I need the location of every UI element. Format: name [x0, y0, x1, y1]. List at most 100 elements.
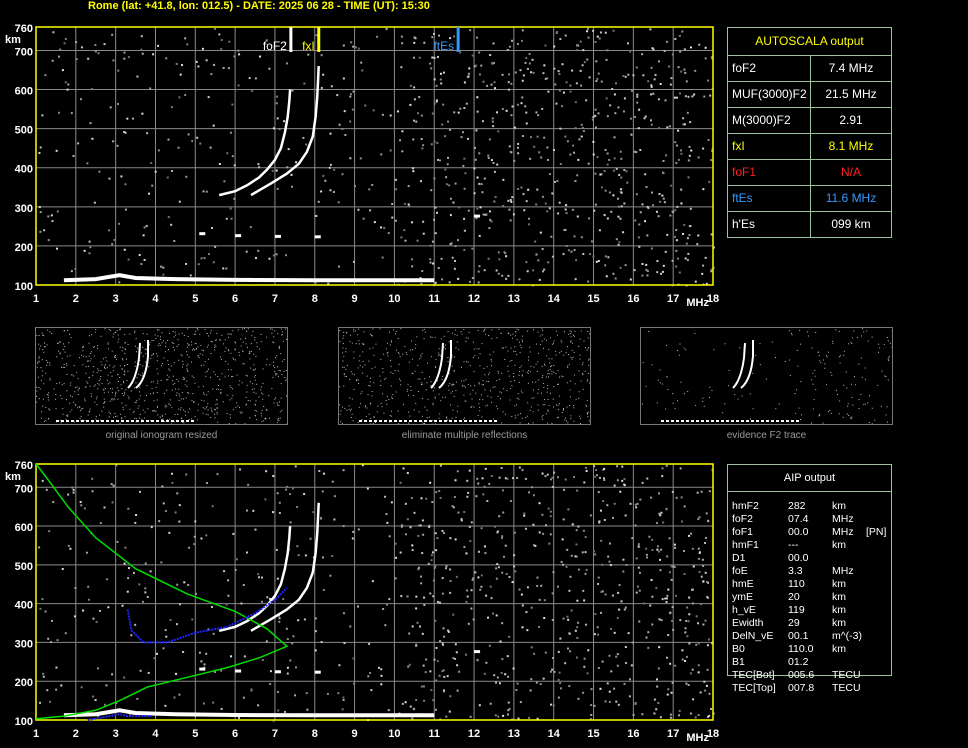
thumb-noise [569, 389, 571, 391]
noise-point [475, 64, 478, 67]
thumb-noise [280, 353, 282, 355]
noise-point [449, 537, 452, 540]
thumb-noise [215, 339, 217, 341]
noise-point [528, 62, 531, 65]
noise-point [245, 250, 248, 253]
thumb-noise [708, 397, 710, 399]
noise-point [150, 161, 153, 164]
noise-point [624, 646, 627, 649]
noise-point [456, 664, 459, 667]
thumb-noise [648, 330, 650, 332]
thumb-noise [141, 418, 143, 420]
noise-point [490, 83, 493, 86]
noise-point [171, 481, 174, 484]
thumb-noise [886, 406, 888, 408]
thumb-noise [484, 328, 486, 330]
noise-point [595, 469, 598, 472]
noise-point [606, 217, 609, 220]
thumb-noise [103, 392, 105, 394]
thumb-noise [125, 358, 127, 360]
thumb-noise [877, 384, 879, 386]
noise-point [438, 601, 441, 604]
noise-point [601, 660, 604, 663]
noise-point [559, 637, 562, 640]
noise-point [497, 566, 500, 569]
thumb-noise [162, 363, 164, 365]
noise-point [645, 186, 648, 189]
thumb-noise [138, 405, 140, 407]
noise-point [438, 34, 441, 37]
thumb-noise [111, 398, 113, 400]
noise-point [501, 571, 504, 574]
thumb-noise [88, 377, 90, 379]
thumb-noise [799, 343, 801, 345]
noise-point [362, 217, 365, 220]
thumb-noise [749, 393, 751, 395]
noise-point [603, 518, 606, 521]
noise-point [541, 195, 544, 198]
autoscala-panel: AUTOSCALA output foF2 7.4 MHz MUF(3000)F2 2… [727, 27, 892, 238]
noise-point [602, 500, 605, 503]
thumb-noise [562, 407, 564, 409]
thumb-noise [544, 363, 546, 365]
thumb-noise [546, 355, 548, 357]
noise-point [697, 156, 700, 159]
thumb-noise [345, 348, 347, 350]
thumb-noise [526, 415, 528, 417]
thumb-noise [149, 344, 151, 346]
thumb-noise [455, 416, 457, 418]
noise-point [543, 599, 546, 602]
thumb-noise [549, 362, 551, 364]
noise-point [659, 569, 662, 572]
noise-point [564, 478, 567, 481]
noise-point [530, 606, 533, 609]
thumb-noise [522, 341, 524, 343]
noise-point [675, 239, 678, 242]
thumb-noise [408, 422, 410, 424]
thumb-noise [369, 385, 371, 387]
thumb-noise [123, 382, 125, 384]
noise-point [89, 122, 92, 125]
noise-point [87, 585, 90, 588]
noise-point [123, 676, 126, 679]
thumb-noise [211, 411, 213, 413]
noise-point [608, 191, 611, 194]
thumb-noise [442, 396, 444, 398]
noise-point [536, 584, 539, 587]
thumb-noise [187, 335, 189, 337]
thumb-noise [203, 350, 205, 352]
noise-point [681, 30, 684, 33]
thumb-noise [491, 338, 493, 340]
thumb-noise [582, 388, 584, 390]
thumb-noise [82, 350, 84, 352]
noise-point [597, 72, 600, 75]
noise-point [417, 566, 420, 569]
noise-point [704, 689, 707, 692]
noise-point [594, 613, 597, 616]
noise-point [191, 618, 194, 621]
thumb-noise [568, 363, 570, 365]
noise-point [292, 487, 295, 490]
noise-point [170, 106, 173, 109]
thumb-noise [253, 364, 255, 366]
noise-point [637, 127, 640, 130]
thumb-noise [446, 417, 448, 419]
thumb-noise [242, 341, 244, 343]
thumb-noise [399, 380, 401, 382]
noise-point [439, 496, 442, 499]
thumb-noise [784, 361, 786, 363]
noise-point [421, 519, 424, 522]
noise-point [609, 104, 612, 107]
thumb-noise [868, 422, 870, 424]
thumb-noise [206, 394, 208, 396]
thumb-noise [249, 400, 251, 402]
noise-point [624, 264, 627, 267]
noise-point [162, 647, 165, 650]
noise-point [629, 50, 632, 53]
noise-point [600, 186, 603, 189]
aip-unit: km [832, 578, 846, 590]
noise-point [164, 629, 167, 632]
noise-point [38, 546, 41, 549]
thumb-noise [201, 349, 203, 351]
noise-point [638, 223, 641, 226]
